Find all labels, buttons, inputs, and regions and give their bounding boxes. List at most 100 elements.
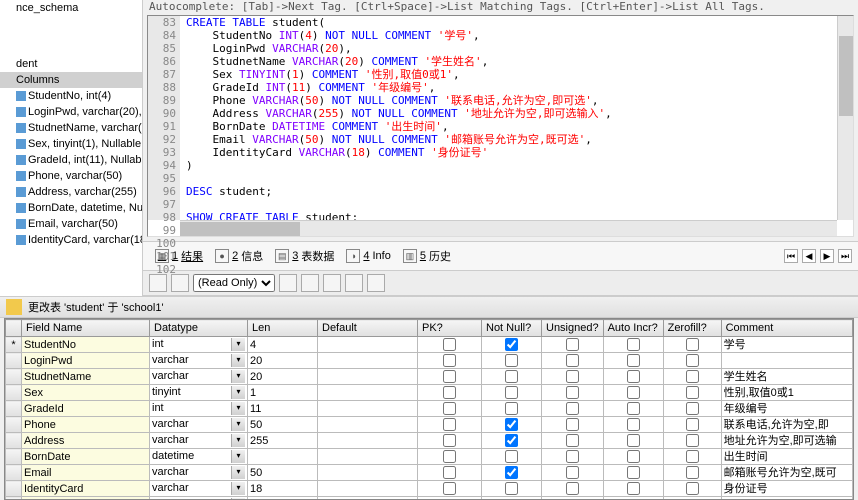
hdr-autoincr[interactable]: Auto Incr? [603, 320, 663, 337]
cell-check[interactable] [566, 466, 579, 479]
datatype-input[interactable] [152, 370, 229, 382]
field-name-input[interactable] [24, 403, 147, 415]
comment-input[interactable] [724, 370, 850, 382]
toolbar-btn-2[interactable] [171, 274, 189, 292]
cell-check[interactable] [443, 434, 456, 447]
toolbar-btn-5[interactable] [323, 274, 341, 292]
datatype-dropdown-icon[interactable]: ▾ [231, 386, 245, 399]
cell-check[interactable] [627, 466, 640, 479]
default-input[interactable] [320, 403, 415, 415]
len-input[interactable] [250, 483, 315, 495]
comment-input[interactable] [724, 418, 850, 430]
horizontal-scrollbar[interactable] [180, 220, 837, 236]
row-header[interactable] [6, 449, 22, 465]
table-row[interactable]: ▾ [6, 481, 853, 497]
hdr-field[interactable]: Field Name [22, 320, 150, 337]
cell-check[interactable] [686, 466, 699, 479]
object-browser[interactable]: nce_schema dent Columns StudentNo, int(4… [0, 0, 143, 296]
cell-check[interactable] [443, 386, 456, 399]
table-row-empty[interactable]: ▾ [6, 497, 853, 500]
comment-input[interactable] [724, 434, 850, 446]
default-input[interactable] [320, 355, 415, 367]
len-input[interactable] [250, 419, 315, 431]
cell-check[interactable] [627, 402, 640, 415]
cell-check[interactable] [443, 466, 456, 479]
cell-check[interactable] [627, 370, 640, 383]
cell-check[interactable] [566, 482, 579, 495]
field-name-input[interactable] [24, 483, 147, 495]
tree-columns-folder[interactable]: Columns [0, 72, 142, 88]
cell-check[interactable] [505, 434, 518, 447]
hscroll-thumb[interactable] [180, 222, 300, 236]
datatype-input[interactable] [152, 402, 229, 414]
datatype-dropdown-icon[interactable]: ▾ [231, 370, 245, 383]
cell-check[interactable] [566, 418, 579, 431]
cell-check[interactable] [566, 386, 579, 399]
tab-表数据[interactable]: ▤3 表数据 [269, 246, 340, 266]
cell-check[interactable] [686, 482, 699, 495]
hdr-datatype[interactable]: Datatype [150, 320, 248, 337]
hdr-zerofill[interactable]: Zerofill? [663, 320, 721, 337]
tree-column-item[interactable]: StudentNo, int(4) [0, 88, 142, 104]
tree-column-item[interactable]: StudnetName, varchar(20) [0, 120, 142, 136]
tabs-last-button[interactable]: ⏭ [838, 249, 852, 263]
len-input[interactable] [250, 435, 315, 447]
default-input[interactable] [320, 435, 415, 447]
toolbar-btn-4[interactable] [301, 274, 319, 292]
row-header[interactable] [6, 401, 22, 417]
len-input[interactable] [250, 371, 315, 383]
tree-column-item[interactable]: IdentityCard, varchar(18), [0, 232, 142, 248]
len-input[interactable] [250, 451, 315, 463]
tabs-prev-button[interactable]: ◀ [802, 249, 816, 263]
datatype-input[interactable] [152, 386, 229, 398]
table-row[interactable]: ▾ [6, 417, 853, 433]
cell-check[interactable] [686, 418, 699, 431]
cell-check[interactable] [505, 450, 518, 463]
cell-check[interactable] [686, 338, 699, 351]
table-row[interactable]: *▾ [6, 337, 853, 353]
datatype-input[interactable] [152, 482, 229, 494]
tabs-first-button[interactable]: ⏮ [784, 249, 798, 263]
cell-check[interactable] [627, 434, 640, 447]
datatype-dropdown-icon[interactable]: ▾ [231, 338, 245, 351]
cell-check[interactable] [686, 386, 699, 399]
default-input[interactable] [320, 339, 415, 351]
tree-column-item[interactable]: GradeId, int(11), Nullable [0, 152, 142, 168]
vscroll-thumb[interactable] [839, 36, 853, 116]
cell-check[interactable] [627, 338, 640, 351]
row-header[interactable] [6, 353, 22, 369]
table-designer-grid[interactable]: Field Name Datatype Len Default PK? Not … [4, 318, 854, 500]
datatype-input[interactable] [152, 418, 229, 430]
cell-check[interactable] [505, 482, 518, 495]
datatype-dropdown-icon[interactable]: ▾ [231, 482, 245, 495]
vertical-scrollbar[interactable] [837, 16, 853, 220]
cell-check[interactable] [686, 354, 699, 367]
cell-check[interactable] [443, 450, 456, 463]
row-header[interactable] [6, 433, 22, 449]
default-input[interactable] [320, 451, 415, 463]
cell-check[interactable] [566, 338, 579, 351]
len-input[interactable] [250, 355, 315, 367]
datatype-dropdown-icon[interactable]: ▾ [231, 354, 245, 367]
cell-check[interactable] [505, 386, 518, 399]
field-name-input[interactable] [24, 419, 147, 431]
datatype-input[interactable] [152, 434, 229, 446]
len-input[interactable] [250, 387, 315, 399]
cell-check[interactable] [505, 370, 518, 383]
datatype-dropdown-icon[interactable]: ▾ [231, 466, 245, 479]
cell-check[interactable] [566, 450, 579, 463]
comment-input[interactable] [724, 402, 850, 414]
hdr-pk[interactable]: PK? [418, 320, 482, 337]
hdr-default[interactable]: Default [318, 320, 418, 337]
cell-check[interactable] [505, 354, 518, 367]
field-name-input[interactable] [24, 339, 147, 351]
tree-column-item[interactable]: Email, varchar(50) [0, 216, 142, 232]
cell-check[interactable] [443, 402, 456, 415]
mode-select[interactable]: (Read Only) [193, 274, 275, 292]
cell-check[interactable] [566, 402, 579, 415]
tab-Info[interactable]: ◑4 Info [340, 247, 396, 265]
cell-check[interactable] [566, 434, 579, 447]
tab-历史[interactable]: ▥5 历史 [397, 246, 457, 266]
toolbar-btn-7[interactable] [367, 274, 385, 292]
table-row[interactable]: ▾ [6, 433, 853, 449]
